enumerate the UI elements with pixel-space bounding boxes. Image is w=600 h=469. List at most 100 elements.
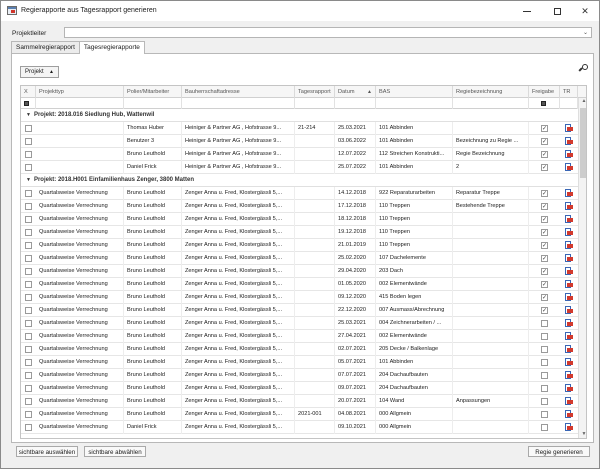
col-freigabe[interactable]: Freigabe — [529, 86, 560, 98]
row-select-checkbox[interactable] — [25, 229, 32, 236]
table-row[interactable]: Quartalsweise Verrechnung Bruno Leuthold Z… — [21, 213, 578, 226]
vertical-scrollbar[interactable]: ▲ ▼ — [578, 98, 586, 438]
row-select-checkbox[interactable] — [25, 398, 32, 405]
table-row[interactable]: Quartalsweise Verrechnung Bruno Leuthold Z… — [21, 265, 578, 278]
table-row[interactable]: Bruno Leuthold Heiniger & Partner AG , Ho… — [21, 148, 578, 161]
pdf-report-icon[interactable] — [565, 267, 573, 276]
group-row[interactable]: ▼ Projekt: 2018.H001 Einfamilienhaus Zeng… — [21, 174, 578, 187]
table-row[interactable]: Quartalsweise Verrechnung Bruno Leuthold Z… — [21, 343, 578, 356]
pdf-report-icon[interactable] — [565, 319, 573, 328]
pdf-report-icon[interactable] — [565, 215, 573, 224]
row-select-checkbox[interactable] — [25, 216, 32, 223]
table-row[interactable]: Quartalsweise Verrechnung Bruno Leuthold Z… — [21, 317, 578, 330]
table-row[interactable]: Quartalsweise Verrechnung Bruno Leuthold Z… — [21, 356, 578, 369]
scroll-thumb[interactable] — [580, 108, 586, 178]
pdf-report-icon[interactable] — [565, 306, 573, 315]
table-row[interactable]: Thomas Huber Heiniger & Partner AG , Hofs… — [21, 122, 578, 135]
col-bas[interactable]: BAS — [376, 86, 453, 98]
row-select-checkbox[interactable] — [25, 242, 32, 249]
row-select-checkbox[interactable] — [25, 346, 32, 353]
freigabe-checkbox[interactable]: ✓ — [541, 255, 548, 262]
col-regiebezeichnung[interactable]: Regiebezeichnung — [453, 86, 529, 98]
freigabe-checkbox[interactable]: ✓ — [541, 138, 548, 145]
table-row[interactable]: Quartalsweise Verrechnung Bruno Leuthold Z… — [21, 278, 578, 291]
pdf-report-icon[interactable] — [565, 358, 573, 367]
table-row[interactable]: Quartalsweise Verrechnung Bruno Leuthold Z… — [21, 291, 578, 304]
filter-datum[interactable] — [335, 98, 376, 109]
row-select-checkbox[interactable] — [25, 164, 32, 171]
pdf-report-icon[interactable] — [565, 137, 573, 146]
freigabe-checkbox[interactable] — [541, 385, 548, 392]
table-row[interactable]: Benutzer 3 Heiniger & Partner AG , Hofstr… — [21, 135, 578, 148]
freigabe-checkbox[interactable] — [541, 346, 548, 353]
table-row[interactable]: Daniel Frick Heiniger & Partner AG , Hofs… — [21, 161, 578, 174]
pdf-report-icon[interactable] — [565, 397, 573, 406]
row-select-checkbox[interactable] — [25, 333, 32, 340]
pdf-report-icon[interactable] — [565, 189, 573, 198]
select-visible-button[interactable]: sichtbare auswählen — [16, 446, 78, 457]
pdf-report-icon[interactable] — [565, 423, 573, 432]
table-row[interactable]: Quartalsweise Verrechnung Bruno Leuthold Z… — [21, 304, 578, 317]
col-tr[interactable]: TR — [560, 86, 578, 98]
freigabe-checkbox[interactable]: ✓ — [541, 281, 548, 288]
filter-polier[interactable] — [124, 98, 182, 109]
filter-freigabe[interactable] — [529, 98, 560, 109]
freigabe-checkbox[interactable]: ✓ — [541, 164, 548, 171]
row-select-checkbox[interactable] — [25, 138, 32, 145]
expand-chevron-icon[interactable]: ▼ — [26, 112, 31, 118]
deselect-visible-button[interactable]: sichtbare abwählen — [84, 446, 146, 457]
minimize-button[interactable] — [513, 1, 541, 21]
table-row[interactable]: Quartalsweise Verrechnung Bruno Leuthold Z… — [21, 252, 578, 265]
freigabe-checkbox[interactable]: ✓ — [541, 216, 548, 223]
pdf-report-icon[interactable] — [565, 254, 573, 263]
freigabe-checkbox[interactable]: ✓ — [541, 294, 548, 301]
freigabe-checkbox[interactable] — [541, 398, 548, 405]
freigabe-checkbox[interactable]: ✓ — [541, 203, 548, 210]
row-select-checkbox[interactable] — [25, 268, 32, 275]
pdf-report-icon[interactable] — [565, 371, 573, 380]
filter-projekttyp[interactable] — [36, 98, 124, 109]
col-bauherr[interactable]: Bauherrschaftadresse — [182, 86, 295, 98]
pdf-report-icon[interactable] — [565, 163, 573, 172]
col-projekttyp[interactable]: Projekttyp — [36, 86, 124, 98]
pdf-report-icon[interactable] — [565, 293, 573, 302]
filter-regie[interactable] — [453, 98, 529, 109]
scroll-up-icon[interactable]: ▲ — [580, 98, 586, 107]
row-select-checkbox[interactable] — [25, 307, 32, 314]
table-row[interactable]: Quartalsweise Verrechnung Bruno Leuthold Z… — [21, 200, 578, 213]
row-select-checkbox[interactable] — [25, 151, 32, 158]
maximize-button[interactable] — [543, 1, 571, 21]
pdf-report-icon[interactable] — [565, 124, 573, 133]
freigabe-checkbox[interactable] — [541, 372, 548, 379]
row-select-checkbox[interactable] — [25, 125, 32, 132]
pdf-report-icon[interactable] — [565, 228, 573, 237]
close-button[interactable]: ✕ — [571, 1, 599, 21]
row-select-checkbox[interactable] — [25, 359, 32, 366]
row-select-checkbox[interactable] — [25, 424, 32, 431]
col-datum[interactable]: Datum ▲ — [335, 86, 376, 98]
search-icon[interactable] — [578, 64, 589, 74]
filter-tr[interactable] — [560, 98, 578, 109]
pdf-report-icon[interactable] — [565, 384, 573, 393]
tab-tagesregierapporte[interactable]: Tagesregierapporte — [78, 41, 145, 54]
table-row[interactable]: Quartalsweise Verrechnung Bruno Leuthold Z… — [21, 395, 578, 408]
pdf-report-icon[interactable] — [565, 345, 573, 354]
col-tagesrapport[interactable]: Tagesrapport — [295, 86, 335, 98]
projektleiter-combobox[interactable]: ⌄ — [64, 27, 592, 38]
filter-bas[interactable] — [376, 98, 453, 109]
row-select-checkbox[interactable] — [25, 320, 32, 327]
freigabe-checkbox[interactable]: ✓ — [541, 151, 548, 158]
filter-x[interactable] — [21, 98, 36, 109]
tab-sammelregierapport[interactable]: Sammelregierapport — [11, 41, 80, 53]
row-select-checkbox[interactable] — [25, 190, 32, 197]
group-row[interactable]: ▼ Projekt: 2018.016 Siedlung Hub, Wattenw… — [21, 109, 578, 122]
row-select-checkbox[interactable] — [25, 411, 32, 418]
group-by-projekt-button[interactable]: Projekt ▲ — [20, 66, 59, 78]
row-select-checkbox[interactable] — [25, 372, 32, 379]
pdf-report-icon[interactable] — [565, 410, 573, 419]
freigabe-checkbox[interactable]: ✓ — [541, 125, 548, 132]
freigabe-checkbox[interactable] — [541, 359, 548, 366]
freigabe-checkbox[interactable]: ✓ — [541, 229, 548, 236]
freigabe-checkbox[interactable] — [541, 424, 548, 431]
row-select-checkbox[interactable] — [25, 294, 32, 301]
